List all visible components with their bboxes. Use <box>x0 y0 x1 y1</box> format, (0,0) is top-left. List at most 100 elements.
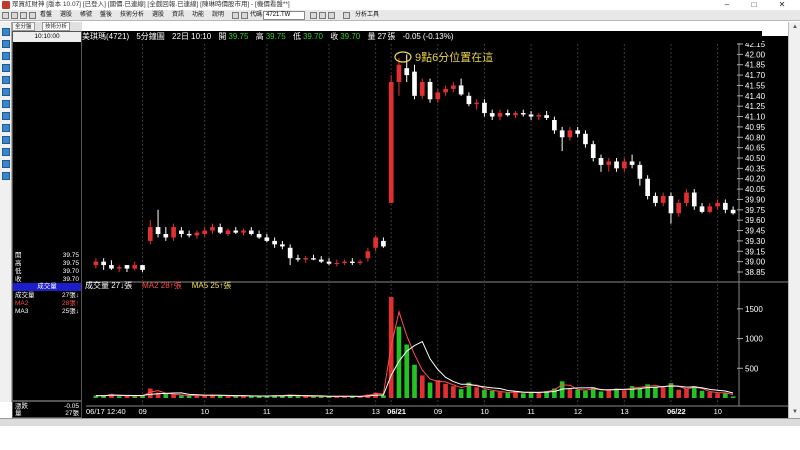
menu-item-technical[interactable]: 技術分析 <box>120 10 144 21</box>
watchlist-icon[interactable] <box>2 40 10 48</box>
ma2-label: MA2 <box>15 300 29 307</box>
volume-bar <box>412 364 417 398</box>
tab-full-board[interactable]: 全分盤 <box>12 22 35 31</box>
high-value: 39.75 <box>62 260 79 267</box>
candle-body <box>186 234 192 236</box>
options-icon[interactable] <box>2 124 10 132</box>
candle-body <box>653 196 658 203</box>
volume-bar <box>482 389 487 398</box>
volume-bar <box>116 396 122 398</box>
tools-icon[interactable] <box>2 172 10 180</box>
menu-item-screen[interactable]: 選股 <box>60 10 72 21</box>
menu-item-account[interactable]: 帳號 <box>80 10 92 21</box>
print-icon[interactable] <box>11 12 18 19</box>
chart-canvas[interactable]: 42.1542.0041.8541.7041.5541.4041.2541.10… <box>82 36 788 418</box>
close-button[interactable]: ✕ <box>770 0 794 10</box>
settings-icon[interactable] <box>20 12 27 19</box>
candle-body <box>684 192 689 203</box>
x-tick-label: 11 <box>527 407 535 416</box>
candle-body <box>225 230 231 234</box>
menu-item-watch[interactable]: 看盤 <box>40 10 52 21</box>
candle-body <box>217 227 223 233</box>
chart-period[interactable]: 5分鐘圖 <box>136 32 164 41</box>
candle-body <box>287 247 293 259</box>
analysis-tools-menu[interactable]: 分析工具 <box>355 10 379 21</box>
volume-bar <box>567 389 573 398</box>
volume-bar <box>202 395 208 398</box>
search-icon[interactable] <box>310 12 317 19</box>
candle-body <box>730 209 736 214</box>
symbol-input[interactable]: 4721.TW <box>263 11 305 20</box>
candle-body <box>536 115 542 117</box>
zoom-icon[interactable] <box>328 12 335 19</box>
candle-body <box>614 161 619 169</box>
volume-bar <box>179 395 184 398</box>
volume-bar <box>451 386 456 398</box>
x-tick-label: 09 <box>434 407 442 416</box>
alert-icon[interactable] <box>2 88 10 96</box>
candle-body <box>155 227 161 234</box>
quantity-value: 27張 <box>65 410 79 417</box>
menu-item-after-hours[interactable]: 盤後 <box>100 10 112 21</box>
cursor-icon[interactable] <box>343 12 350 19</box>
volume-tick-label: 1000 <box>745 335 763 344</box>
portfolio-icon[interactable] <box>2 64 10 72</box>
x-tick-label: 06/21 <box>387 407 406 416</box>
futures-icon[interactable] <box>2 112 10 120</box>
menu-item-function[interactable]: 功能 <box>192 10 204 21</box>
volume-bar <box>217 395 223 398</box>
ranking-icon[interactable] <box>2 100 10 108</box>
scroll-down-icon[interactable]: ▼ <box>791 408 799 416</box>
candle-body <box>427 82 433 100</box>
candle-body <box>241 230 246 233</box>
header-low-label: 低 <box>292 32 301 41</box>
menu-item-help[interactable]: 說明 <box>212 10 224 21</box>
candlestick-chart[interactable]: 42.15 42.00 41.85 41.70 41.55 41.40 41.25 41.10… <box>82 36 788 418</box>
header-low-value: 39.70 <box>302 32 323 41</box>
table-icon[interactable] <box>241 12 248 19</box>
candle-body <box>295 258 301 260</box>
header-close-value: 39.70 <box>340 32 361 41</box>
candle-body <box>707 206 713 212</box>
candle-body <box>388 82 394 203</box>
refresh-icon[interactable] <box>29 12 36 19</box>
report-icon[interactable] <box>2 148 10 156</box>
news-icon[interactable] <box>2 76 10 84</box>
title-bar: 眾買紅財神 [版本 10.07] [已登入] [國價.已連線] [全戲回報.已連… <box>0 0 800 10</box>
price-tick-label: 41.40 <box>745 92 766 101</box>
volume-bar <box>458 389 464 398</box>
volume-bar <box>660 387 666 398</box>
quantity-label: 量 <box>15 410 22 417</box>
volume-tick-label: 500 <box>745 364 759 373</box>
candle-body <box>248 230 254 234</box>
candle-body <box>474 102 479 105</box>
annotation-ellipse <box>394 51 412 63</box>
chart-icon[interactable] <box>232 12 239 19</box>
price-tick-label: 42.00 <box>745 50 766 59</box>
index-icon[interactable] <box>2 136 10 144</box>
save-icon[interactable] <box>2 12 9 19</box>
status-strip <box>0 418 800 426</box>
list-icon[interactable] <box>319 12 326 19</box>
volume-legend-item: 成交量 27↓張 <box>85 280 132 290</box>
low-label: 低 <box>15 268 22 275</box>
vertical-scrollbar[interactable]: ▲ ▼ <box>788 22 800 418</box>
menu-item-picker[interactable]: 選股 <box>152 10 164 21</box>
calendar-icon[interactable] <box>2 160 10 168</box>
price-tick-label: 39.90 <box>745 195 766 204</box>
volume-bar <box>497 392 503 398</box>
chart-datetime: 22日 10:10 <box>172 32 212 41</box>
minimize-button[interactable]: – <box>715 0 739 10</box>
candle-body <box>629 161 635 165</box>
tab-technical-analysis[interactable]: 技術分析 <box>42 22 71 31</box>
candle-body <box>357 261 363 264</box>
candle-body <box>668 196 674 214</box>
scroll-up-icon[interactable]: ▲ <box>791 23 799 31</box>
candle-body <box>116 267 122 269</box>
order-icon[interactable] <box>2 52 10 60</box>
menu-item-info[interactable]: 資訊 <box>172 10 184 21</box>
candle-body <box>233 230 239 233</box>
maximize-button[interactable]: □ <box>742 0 766 10</box>
quote-icon[interactable] <box>2 28 10 36</box>
candle-body <box>373 237 378 248</box>
